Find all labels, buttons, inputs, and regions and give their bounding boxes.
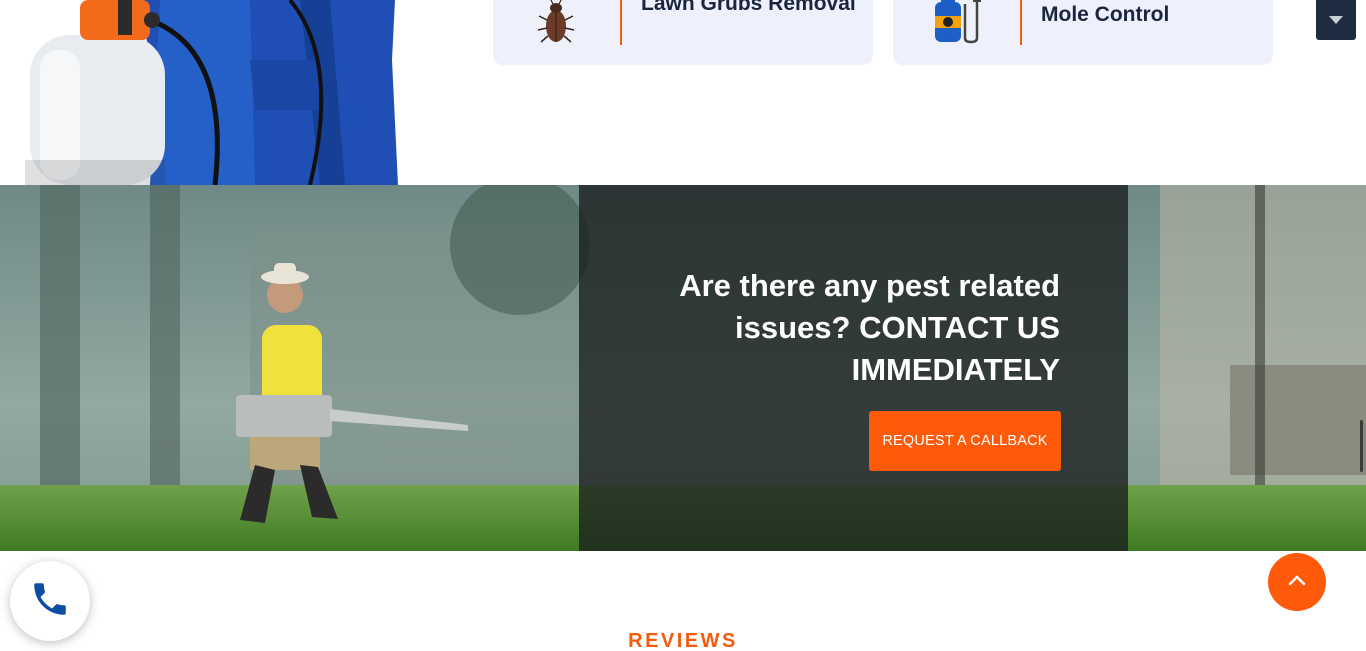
service-divider xyxy=(620,0,622,45)
reviews-section-label: REVIEWS xyxy=(628,630,738,651)
dropdown-toggle-button[interactable] xyxy=(1316,0,1356,40)
service-label: Mole Control xyxy=(1041,3,1170,26)
service-divider xyxy=(1020,0,1022,45)
chevron-up-icon xyxy=(1288,573,1306,591)
request-callback-button[interactable]: REQUEST A CALLBACK xyxy=(869,411,1061,471)
caret-down-icon xyxy=(1329,11,1343,29)
sprayer-bottle-icon xyxy=(931,0,981,44)
service-card-lawn-grubs[interactable]: Lawn Grubs Removal xyxy=(493,0,873,65)
beetle-icon xyxy=(531,0,581,44)
service-label: Lawn Grubs Removal xyxy=(641,0,856,15)
pest-worker-image xyxy=(0,0,420,185)
service-card-mole-control[interactable]: Mole Control xyxy=(893,0,1273,65)
services-section: Lawn Grubs Removal Mole Control xyxy=(0,0,1366,185)
call-button[interactable] xyxy=(10,561,90,641)
phone-icon xyxy=(29,578,71,625)
back-to-top-button[interactable] xyxy=(1268,553,1326,611)
contact-cta-banner: Are there any pest related issues? CONTA… xyxy=(0,185,1366,551)
cta-heading: Are there any pest related issues? CONTA… xyxy=(679,268,1060,387)
scrollbar-thumb[interactable] xyxy=(1360,420,1363,472)
